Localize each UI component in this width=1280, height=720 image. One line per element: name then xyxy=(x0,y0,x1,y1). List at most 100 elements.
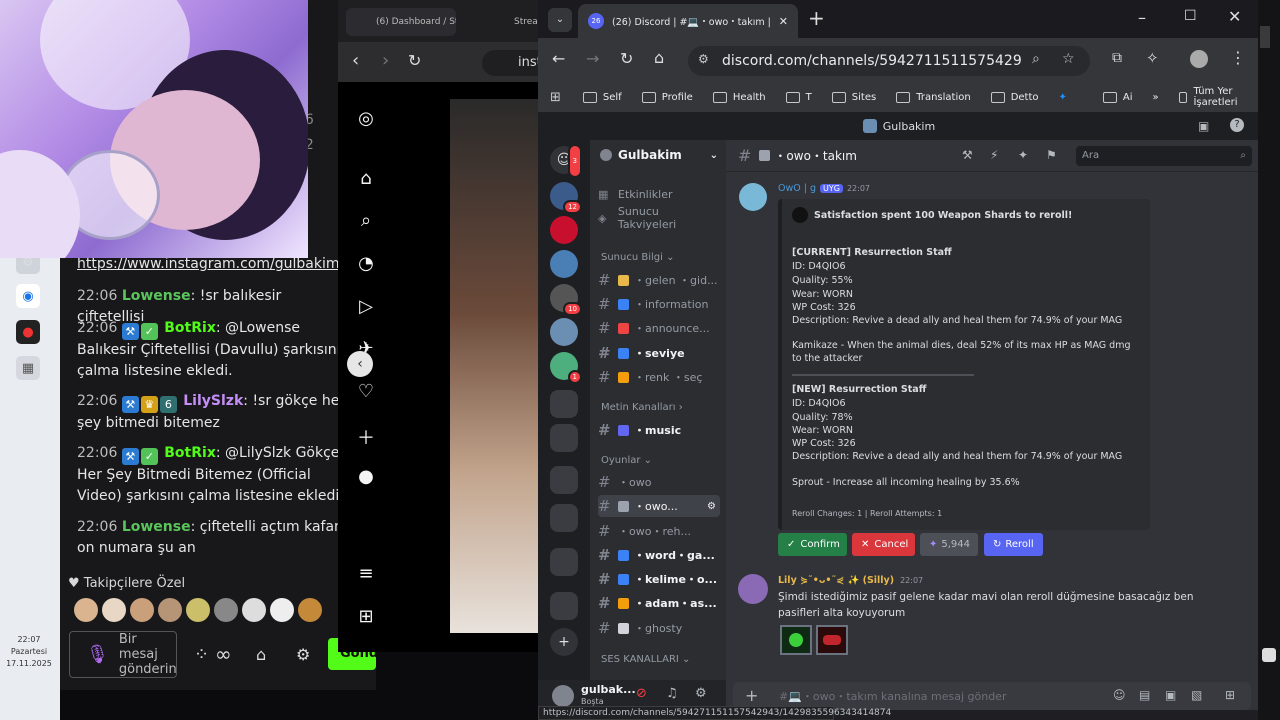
channel-item[interactable]: # ・kelime・o... xyxy=(598,568,720,590)
emote-icon[interactable] xyxy=(298,598,322,622)
new-tab-icon[interactable]: + xyxy=(808,6,825,30)
app-icon[interactable]: ● xyxy=(16,320,40,344)
mute-icon[interactable]: ⊘ xyxy=(636,686,647,701)
infinity-icon[interactable]: ∞ xyxy=(215,642,232,666)
channel-item[interactable]: # ・adam・as... xyxy=(598,592,720,614)
chat-input[interactable]: 🎙 Bir mesaj gönderin xyxy=(69,631,177,678)
server-header[interactable]: Gulbakim ⌄ xyxy=(600,148,718,162)
forward-icon[interactable]: › xyxy=(382,50,389,71)
zoom-icon[interactable]: ⌕ xyxy=(1032,51,1040,67)
microphone-icon[interactable]: 🎙 xyxy=(86,644,109,665)
minimize-icon[interactable]: – xyxy=(1138,8,1146,27)
bookmark-folder[interactable]: Ai xyxy=(1102,91,1133,103)
server-folder[interactable] xyxy=(550,390,578,418)
server-icon[interactable]: 10 xyxy=(550,284,582,316)
server-icon[interactable] xyxy=(550,216,578,244)
bookmark-folder[interactable]: Self xyxy=(582,91,622,103)
create-icon[interactable]: ＋ xyxy=(354,424,378,450)
home-icon[interactable]: ⌂ xyxy=(654,48,664,67)
server-folder[interactable] xyxy=(550,466,578,494)
profile-avatar[interactable]: ● xyxy=(354,466,378,487)
search-icon[interactable]: ⌕ xyxy=(354,210,378,231)
author-name[interactable]: OwO | g xyxy=(778,183,816,194)
explore-icon[interactable]: ◔ xyxy=(354,253,378,274)
events-item[interactable]: ▦ Etkinlikler xyxy=(598,183,720,205)
server-folder[interactable] xyxy=(550,548,578,576)
notification-icon[interactable] xyxy=(1262,648,1276,662)
gift-icon[interactable]: ☺ xyxy=(1113,688,1126,702)
bookmark-folder[interactable]: Sites xyxy=(831,91,876,103)
attachment-image[interactable] xyxy=(816,625,848,655)
attachment-image[interactable] xyxy=(780,625,812,655)
instagram-logo-icon[interactable]: ◎ xyxy=(354,108,378,129)
emote-icon[interactable] xyxy=(158,598,182,622)
cancel-button[interactable]: ✕ Cancel xyxy=(852,533,915,556)
extensions-icon[interactable]: ⧉ xyxy=(1112,50,1122,66)
profile-avatar[interactable] xyxy=(1190,50,1208,68)
channel-item[interactable]: # ・owo・reh... xyxy=(598,520,720,542)
channel-item[interactable]: # ・owo xyxy=(598,471,720,493)
inbox-icon[interactable]: ▣ xyxy=(1198,119,1209,133)
tab-dashboard[interactable]: (6) Dashboard / St xyxy=(346,8,456,36)
discord-home-icon[interactable]: ☺ 3 xyxy=(550,144,582,178)
bookmark-folder[interactable]: Detto xyxy=(990,91,1039,103)
channel-item[interactable]: # ・renk ・seç xyxy=(598,366,720,388)
server-folder[interactable] xyxy=(550,424,578,452)
instagram-url[interactable]: instag xyxy=(482,50,538,76)
maximize-icon[interactable]: ☐ xyxy=(1184,8,1197,24)
server-icon[interactable]: 12 xyxy=(550,182,582,214)
chrome-menu-icon[interactable]: ⋮ xyxy=(1230,48,1246,67)
add-server-icon[interactable]: + xyxy=(550,628,578,656)
server-icon[interactable]: 1 xyxy=(550,352,582,384)
emote-icon[interactable] xyxy=(186,598,210,622)
gear-icon[interactable]: ⚙ xyxy=(296,645,310,664)
menu-icon[interactable]: ≡ xyxy=(354,563,378,584)
puzzle-icon[interactable]: ✧ xyxy=(1146,49,1159,67)
emote-picker-icon[interactable]: ⁘ xyxy=(194,644,209,665)
avatar[interactable] xyxy=(552,685,574,707)
help-icon[interactable]: ? xyxy=(1230,118,1244,132)
apps-icon[interactable]: ⊞ xyxy=(1225,688,1235,702)
channel-item[interactable]: # ・information xyxy=(598,293,720,315)
scrollbar-thumb[interactable] xyxy=(1260,26,1270,48)
chrome-icon[interactable]: ◉ xyxy=(16,284,40,308)
bookmark-folder-all[interactable]: Tüm Yer İşaretleri xyxy=(1178,86,1243,108)
emote-icon[interactable] xyxy=(74,598,98,622)
threads-icon[interactable]: ⚒ xyxy=(962,148,973,162)
category-header[interactable]: Metin Kanalları › xyxy=(601,402,683,413)
server-folder[interactable] xyxy=(550,504,578,532)
avatar[interactable] xyxy=(739,183,767,211)
channel-item[interactable]: # ・gelen ・gid... xyxy=(598,269,720,291)
category-header[interactable]: Sunucu Bilgi ⌄ xyxy=(601,252,674,263)
reroll-button[interactable]: ↻ Reroll xyxy=(984,533,1043,556)
carousel-prev-button[interactable]: ‹ xyxy=(347,351,373,377)
category-header[interactable]: SES KANALLARI ⌄ xyxy=(601,654,690,665)
taskbar-clock[interactable]: 22:07 Pazartesi 17.11.2025 xyxy=(0,634,58,670)
tab-stream[interactable]: Stream xyxy=(478,8,538,36)
search-input[interactable]: Ara ⌕ xyxy=(1076,146,1252,166)
server-folder[interactable] xyxy=(550,592,578,620)
reload-icon[interactable]: ↻ xyxy=(408,51,421,70)
store-icon[interactable]: ⌂ xyxy=(256,645,266,664)
tab-discord[interactable]: 26 (26) Discord | #💻・owo・takım | Gulbaki… xyxy=(578,4,798,38)
server-icon[interactable] xyxy=(550,250,578,278)
address-bar[interactable]: ⚙ discord.com/channels/59427115115754294… xyxy=(688,46,1090,76)
emote-icon[interactable] xyxy=(214,598,238,622)
more-icon[interactable]: ⊞ xyxy=(354,606,378,627)
emote-icon[interactable] xyxy=(270,598,294,622)
headphones-icon[interactable]: ♫ xyxy=(666,686,678,701)
channel-item[interactable]: # ・ghosty xyxy=(598,617,720,639)
bookmark-folder[interactable]: Profile xyxy=(641,91,693,103)
channel-item[interactable]: # ・word・ga... xyxy=(598,544,720,566)
channel-item[interactable]: # ・seviye xyxy=(598,342,720,364)
pin-icon[interactable]: ✦ xyxy=(1018,148,1028,162)
notifications-icon[interactable]: ⚡ xyxy=(990,148,998,162)
category-header[interactable]: Oyunlar ⌄ xyxy=(601,455,652,466)
channel-item[interactable]: # ・announce... xyxy=(598,317,720,339)
emote-icon[interactable] xyxy=(130,598,154,622)
add-attachment-icon[interactable]: + xyxy=(745,686,758,705)
reels-icon[interactable]: ▷ xyxy=(354,296,378,317)
author-name[interactable]: Lily ⋟˜•ᴗ•˜⋞ ✨ (Silly) xyxy=(778,575,894,586)
channel-settings-icon[interactable]: ⚙ xyxy=(707,501,720,512)
bookmark-star-icon[interactable]: ☆ xyxy=(1062,51,1075,67)
